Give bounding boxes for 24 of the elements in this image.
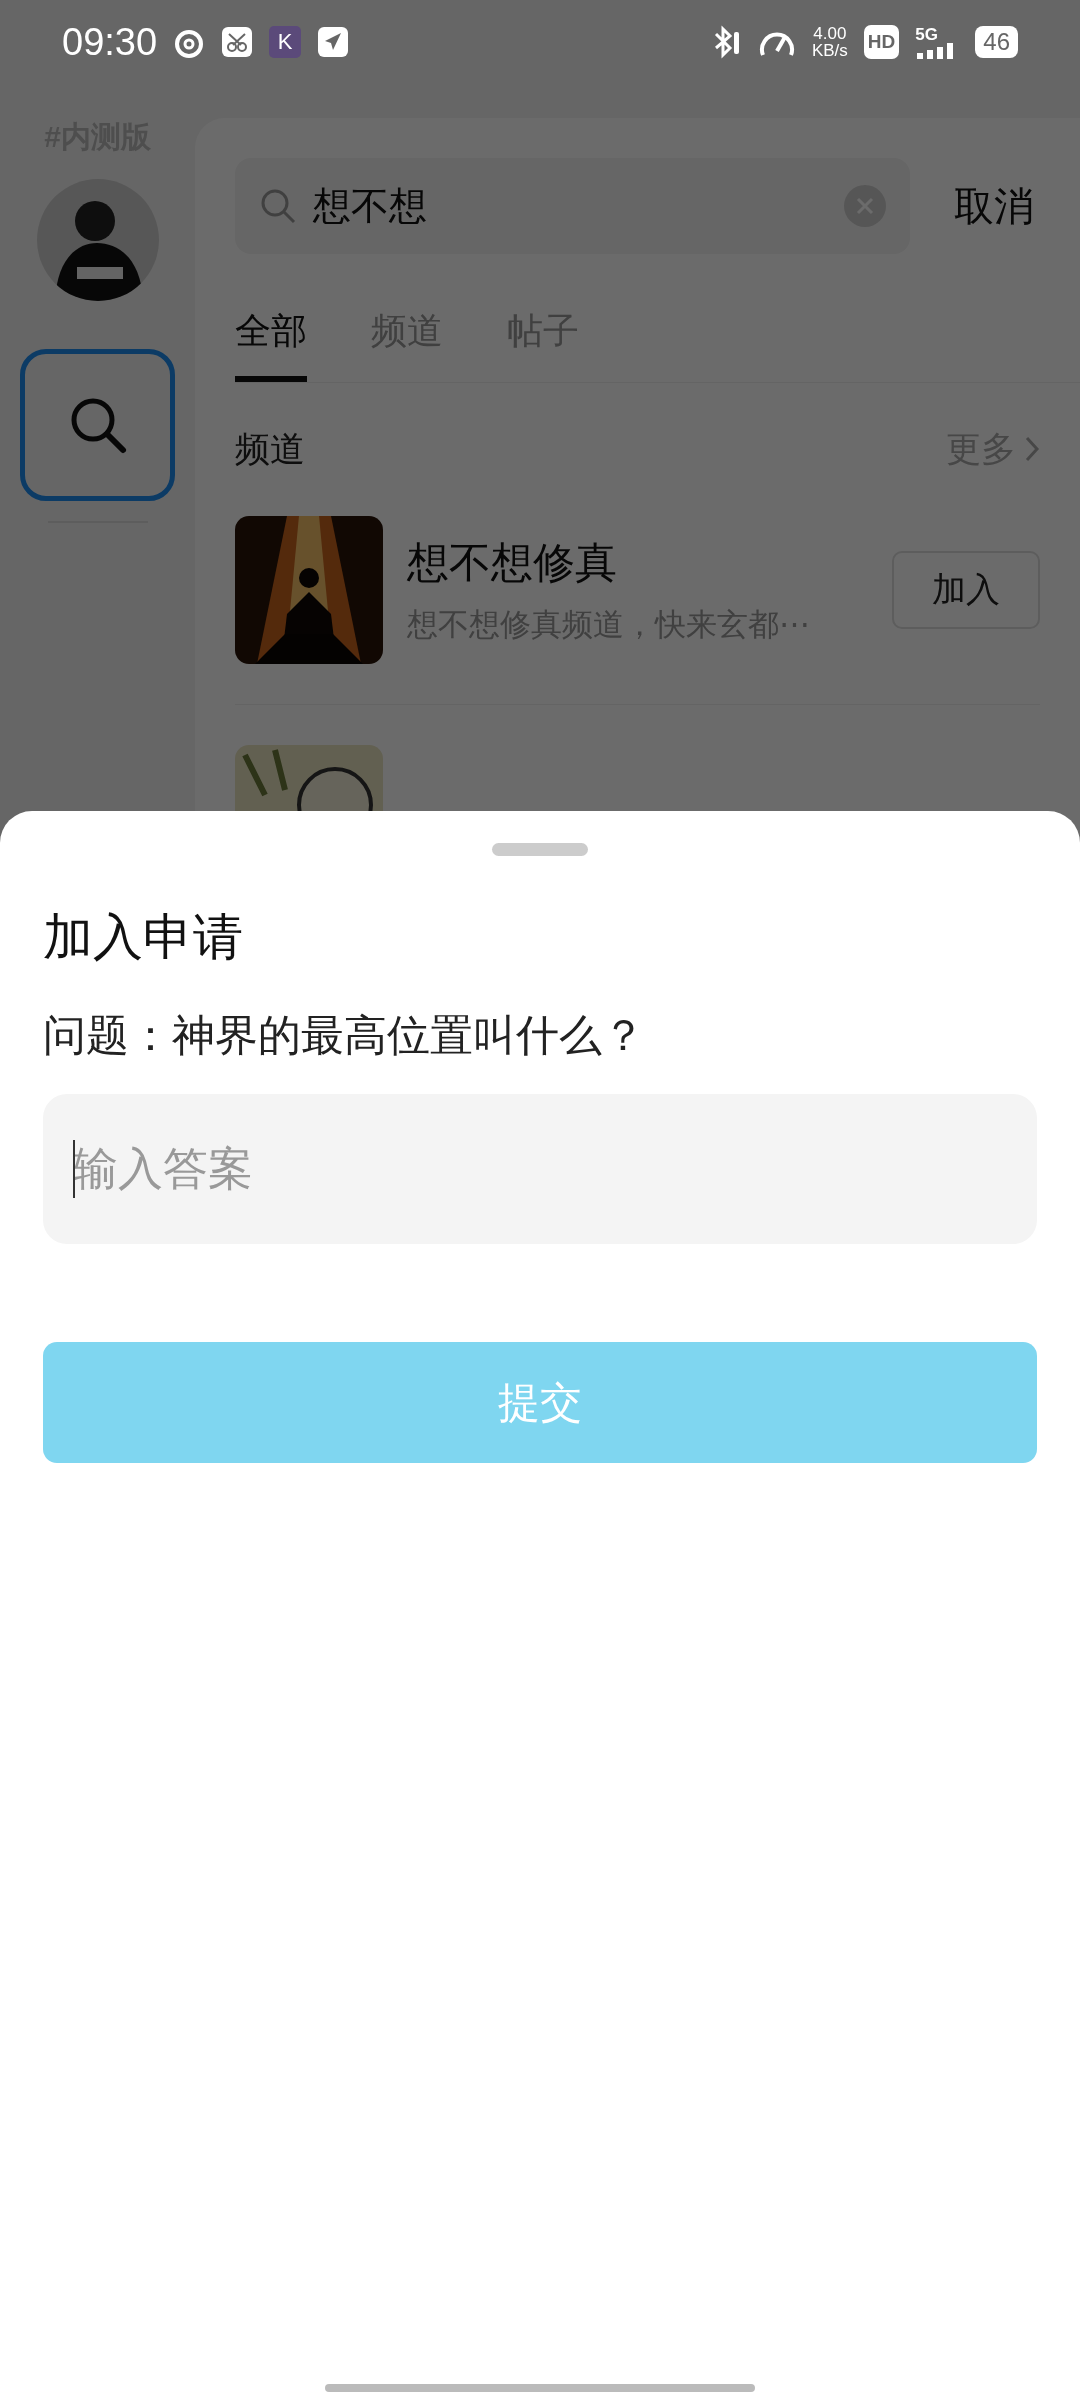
home-indicator[interactable] bbox=[325, 2384, 755, 2392]
drag-handle[interactable] bbox=[492, 843, 588, 856]
network-type: 5G bbox=[915, 25, 939, 43]
network-speed: 4.00 bbox=[812, 25, 848, 42]
chevron-right-icon bbox=[1024, 435, 1040, 464]
sheet-title: 加入申请 bbox=[43, 908, 244, 967]
battery-level: 46 bbox=[975, 26, 1018, 58]
search-tab[interactable] bbox=[20, 349, 175, 501]
channel-name: 想不想修真 bbox=[407, 537, 618, 588]
tab[interactable]: 全部 bbox=[235, 304, 307, 382]
section-title: 频道 bbox=[235, 428, 305, 470]
answer-field[interactable]: 输入答案 bbox=[43, 1093, 1037, 1244]
clock: 09:30 bbox=[62, 19, 158, 65]
search-field[interactable]: 想不想 bbox=[235, 158, 910, 254]
app-badge: K bbox=[269, 26, 302, 58]
join-button[interactable]: 加入 bbox=[892, 550, 1040, 629]
question-text: 问题：神界的最高位置叫什么？ bbox=[43, 1010, 646, 1061]
search-query: 想不想 bbox=[313, 183, 428, 229]
paper-plane-icon bbox=[317, 26, 350, 58]
hd-badge: HD bbox=[863, 24, 900, 60]
network-speed-unit: KB/s bbox=[811, 42, 848, 59]
search-icon bbox=[259, 187, 297, 225]
cancel-button[interactable]: 取消 bbox=[954, 176, 1034, 236]
scissors-icon bbox=[221, 26, 254, 58]
